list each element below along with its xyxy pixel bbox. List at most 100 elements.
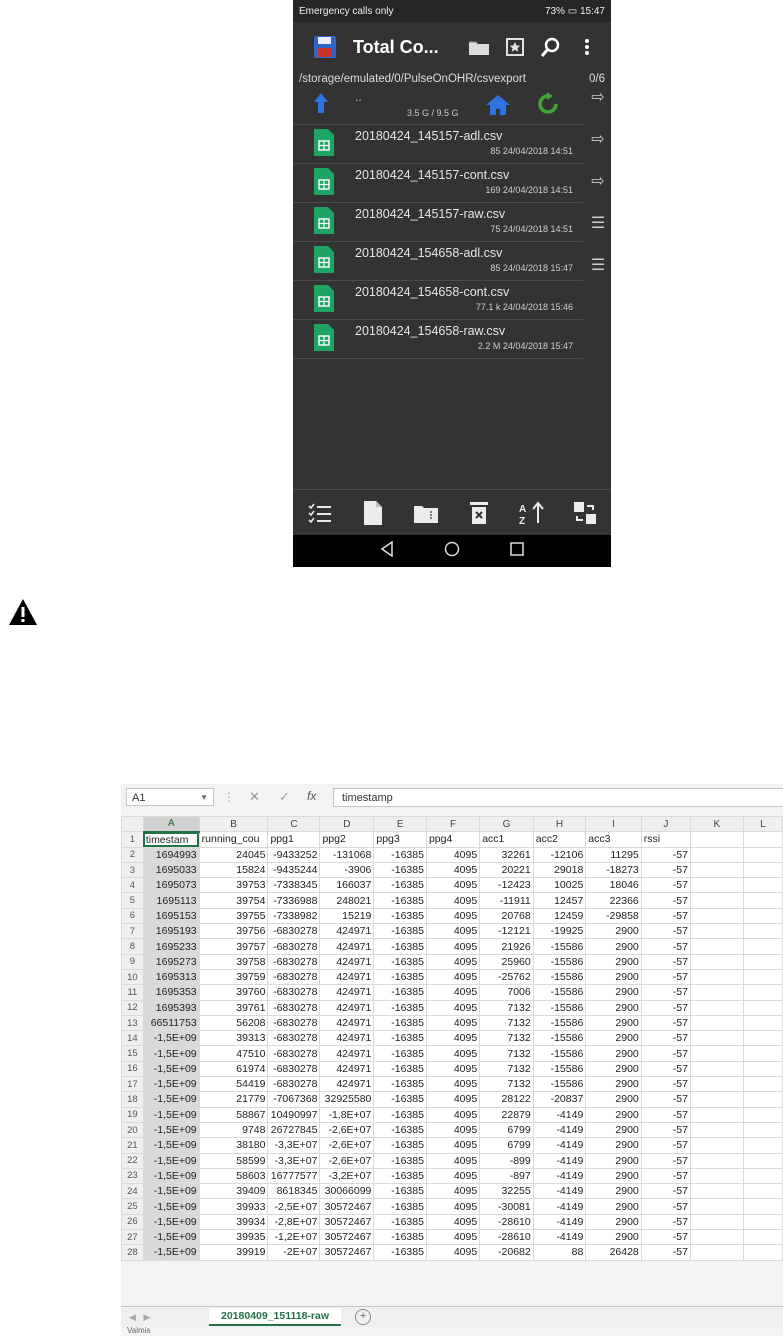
table-cell[interactable]: -57	[640, 861, 691, 879]
table-cell[interactable]: 32261	[479, 846, 534, 863]
table-cell[interactable]	[689, 938, 744, 955]
table-cell[interactable]: -57	[640, 1121, 691, 1139]
table-cell[interactable]: -16385	[373, 1137, 427, 1154]
table-cell[interactable]: 7132	[479, 1014, 534, 1032]
table-cell[interactable]: -6830278	[267, 953, 321, 970]
table-cell[interactable]: 10490997	[267, 1106, 321, 1123]
table-cell[interactable]	[742, 1060, 783, 1078]
table-cell[interactable]	[689, 1137, 744, 1154]
row-header[interactable]: 13	[121, 1014, 144, 1032]
table-cell[interactable]: 39760	[198, 984, 269, 1001]
table-cell[interactable]: -20837	[532, 1091, 587, 1108]
table-cell[interactable]: -7336988	[267, 892, 321, 909]
table-cell[interactable]: 2900	[585, 999, 642, 1016]
select-list-icon[interactable]	[306, 499, 334, 527]
table-cell[interactable]: 4095	[425, 1229, 481, 1246]
table-cell[interactable]	[742, 1076, 783, 1093]
table-cell[interactable]: 56208	[198, 1014, 269, 1032]
table-cell[interactable]: -16385	[373, 923, 427, 940]
table-cell[interactable]	[742, 1229, 783, 1246]
table-cell[interactable]	[742, 1091, 783, 1108]
table-cell[interactable]: -12423	[479, 877, 534, 894]
table-cell[interactable]: 29018	[532, 861, 587, 879]
table-cell[interactable]: 4095	[425, 953, 481, 970]
row-header[interactable]: 11	[121, 984, 144, 1001]
table-cell[interactable]: -6830278	[267, 968, 321, 986]
row-header[interactable]: 4	[121, 877, 144, 894]
table-cell[interactable]: 26727845	[267, 1121, 321, 1139]
table-cell[interactable]: -16385	[373, 1183, 427, 1200]
table-cell[interactable]: 30572467	[319, 1213, 375, 1231]
table-cell[interactable]	[689, 1152, 744, 1169]
table-cell[interactable]: 1695353	[142, 984, 200, 1001]
table-cell[interactable]: 8618345	[267, 1183, 321, 1200]
table-cell[interactable]: 2900	[585, 1229, 642, 1246]
table-cell[interactable]: 424971	[319, 953, 375, 970]
table-cell[interactable]: 16777577	[267, 1167, 321, 1185]
table-cell[interactable]: 424971	[319, 1045, 375, 1062]
table-cell[interactable]	[689, 999, 744, 1016]
table-cell[interactable]: 20221	[479, 861, 534, 879]
table-cell[interactable]	[742, 907, 783, 925]
table-cell[interactable]: -6830278	[267, 1045, 321, 1062]
table-cell[interactable]: -6830278	[267, 923, 321, 940]
table-cell[interactable]: 2900	[585, 984, 642, 1001]
table-cell[interactable]: -57	[640, 1244, 691, 1261]
cancel-icon[interactable]: ✕	[249, 789, 260, 805]
table-cell[interactable]: -6830278	[267, 984, 321, 1001]
row-header[interactable]: 6	[121, 907, 144, 925]
table-cell[interactable]: timestam	[142, 831, 200, 848]
table-cell[interactable]: -7067368	[267, 1091, 321, 1108]
column-header[interactable]: A	[142, 815, 200, 833]
file-row[interactable]: 20180424_145157-cont.csv 169 24/04/2018 …	[293, 164, 583, 203]
table-cell[interactable]: 424971	[319, 1014, 375, 1032]
table-cell[interactable]: 1695033	[142, 861, 200, 879]
table-cell[interactable]	[742, 846, 783, 863]
table-cell[interactable]: -1,5E+09	[142, 1030, 200, 1047]
table-cell[interactable]: 1695073	[142, 877, 200, 894]
table-cell[interactable]: acc1	[479, 831, 534, 848]
table-cell[interactable]: -16385	[373, 968, 427, 986]
table-cell[interactable]: 30572467	[319, 1198, 375, 1215]
table-cell[interactable]	[689, 1167, 744, 1185]
table-cell[interactable]: 39753	[198, 877, 269, 894]
table-cell[interactable]: 39933	[198, 1198, 269, 1215]
row-header[interactable]: 10	[121, 968, 144, 986]
table-cell[interactable]: -3,2E+07	[319, 1167, 375, 1185]
table-cell[interactable]	[689, 846, 744, 863]
table-cell[interactable]: ppg4	[425, 831, 481, 848]
table-cell[interactable]: -57	[640, 923, 691, 940]
table-cell[interactable]: 39757	[198, 938, 269, 955]
table-cell[interactable]: -57	[640, 1014, 691, 1032]
table-cell[interactable]: 7132	[479, 1045, 534, 1062]
table-cell[interactable]: 4095	[425, 877, 481, 894]
row-header[interactable]: 12	[121, 999, 144, 1016]
table-cell[interactable]: -1,5E+09	[142, 1167, 200, 1185]
table-cell[interactable]: -57	[640, 1183, 691, 1200]
table-cell[interactable]: 1695113	[142, 892, 200, 909]
row-header[interactable]: 28	[121, 1244, 144, 1261]
row-header[interactable]: 5	[121, 892, 144, 909]
table-cell[interactable]	[689, 1213, 744, 1231]
table-cell[interactable]: -11911	[479, 892, 534, 909]
table-cell[interactable]	[689, 1091, 744, 1108]
table-cell[interactable]: -9433252	[267, 846, 321, 863]
table-cell[interactable]: 15824	[198, 861, 269, 879]
table-cell[interactable]: acc2	[532, 831, 587, 848]
table-cell[interactable]	[742, 1198, 783, 1215]
table-cell[interactable]: 39756	[198, 923, 269, 940]
table-cell[interactable]: 24045	[198, 846, 269, 863]
table-cell[interactable]	[689, 968, 744, 986]
name-box[interactable]: A1 ▼	[126, 788, 214, 806]
table-cell[interactable]: -1,5E+09	[142, 1060, 200, 1078]
table-cell[interactable]: 18046	[585, 877, 642, 894]
table-cell[interactable]: 4095	[425, 1244, 481, 1261]
table-cell[interactable]: 2900	[585, 1183, 642, 1200]
table-cell[interactable]: 2900	[585, 923, 642, 940]
row-header[interactable]: 22	[121, 1152, 144, 1169]
table-cell[interactable]: 4095	[425, 923, 481, 940]
table-cell[interactable]	[742, 984, 783, 1001]
table-cell[interactable]: -28610	[479, 1229, 534, 1246]
table-cell[interactable]: -15586	[532, 968, 587, 986]
table-cell[interactable]: 1694993	[142, 846, 200, 863]
